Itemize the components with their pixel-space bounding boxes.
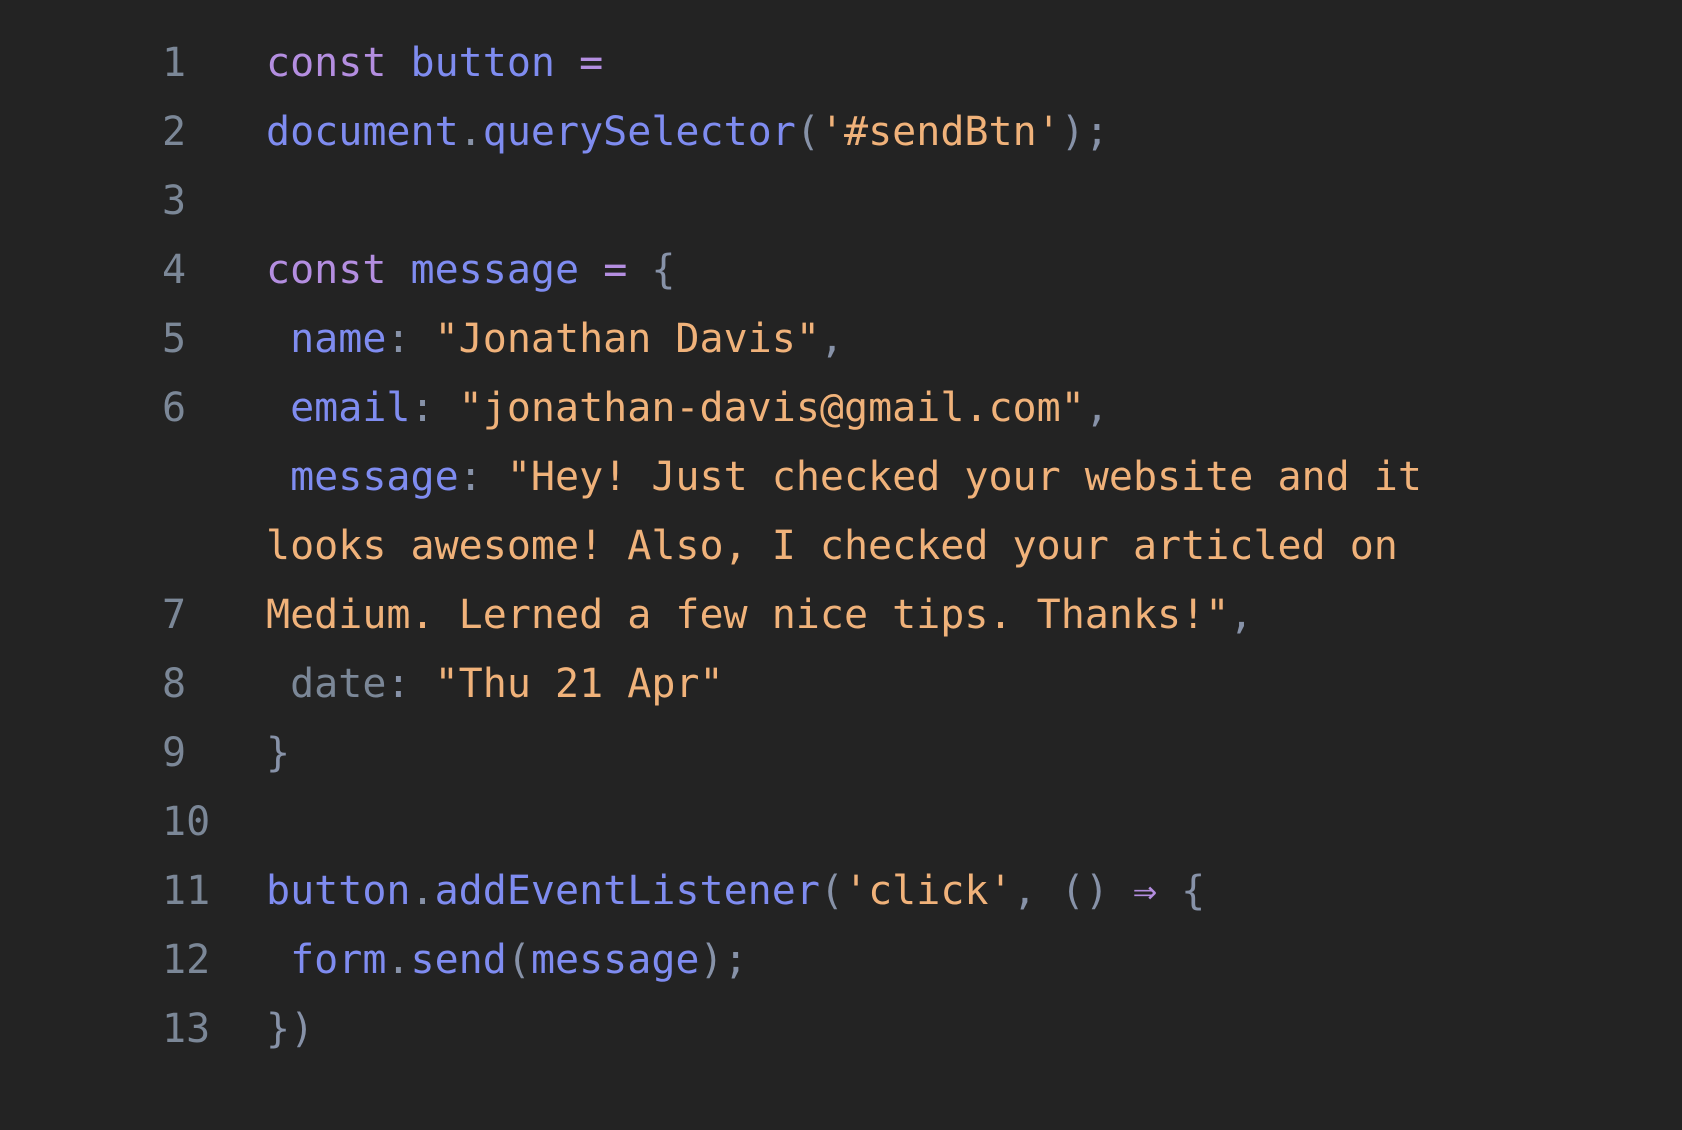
code-token: email	[266, 385, 411, 431]
code-token: (	[506, 937, 531, 983]
code-editor[interactable]: 1 const button = 2 document.querySelector('…	[0, 0, 1682, 1130]
line-number: 8	[162, 661, 187, 707]
code-token: message	[266, 454, 459, 500]
code-token: .	[458, 109, 483, 155]
code-text: name: "Jonathan Davis",	[266, 305, 844, 374]
line-number: 13	[162, 1006, 211, 1052]
line-number: 9	[162, 730, 187, 776]
code-token: const	[266, 247, 387, 293]
code-line[interactable]: 6 email: "jonathan-davis@gmail.com",	[0, 374, 1682, 443]
code-text: })	[266, 995, 314, 1064]
code-line[interactable]: message: "Hey! Just checked your website…	[0, 443, 1682, 512]
code-token: .	[410, 868, 435, 914]
code-token: (	[795, 109, 820, 155]
code-token: ,	[1229, 592, 1254, 638]
code-token: button	[266, 868, 411, 914]
line-number: 3	[162, 178, 187, 224]
code-token: document	[266, 109, 459, 155]
code-text: button.addEventListener('click', () ⇒ {	[266, 857, 1205, 926]
code-line[interactable]: 11 button.addEventListener('click', () ⇒ …	[0, 857, 1682, 926]
code-token: date	[266, 661, 387, 707]
code-token: "Hey! Just checked your website and it	[506, 454, 1422, 500]
code-text: form.send(message);	[266, 926, 748, 995]
code-text: document.querySelector('#sendBtn');	[266, 98, 1109, 167]
code-token: ,	[819, 316, 844, 362]
code-token: name	[266, 316, 387, 362]
code-token: message	[410, 247, 580, 293]
code-line[interactable]: 10	[0, 788, 1682, 857]
code-line[interactable]: 4 const message = {	[0, 236, 1682, 305]
code-text: }	[266, 719, 290, 788]
code-token: looks awesome! Also, I checked your arti…	[266, 523, 1398, 569]
line-number: 6	[162, 385, 187, 431]
code-text: message: "Hey! Just checked your website…	[266, 443, 1422, 512]
code-token: Medium. Lerned a few nice tips. Thanks!"	[266, 592, 1230, 638]
code-line[interactable]: 2 document.querySelector('#sendBtn');	[0, 98, 1682, 167]
code-token: :	[386, 661, 435, 707]
code-line[interactable]: 12 form.send(message);	[0, 926, 1682, 995]
code-token: message	[530, 937, 700, 983]
code-line[interactable]: 5 name: "Jonathan Davis",	[0, 305, 1682, 374]
code-token: "Thu 21 Apr"	[434, 661, 724, 707]
code-token: '#sendBtn'	[819, 109, 1061, 155]
line-number: 4	[162, 247, 187, 293]
code-token: ⇒	[1133, 868, 1158, 914]
code-token: const	[266, 40, 387, 86]
code-line[interactable]: looks awesome! Also, I checked your arti…	[0, 512, 1682, 581]
code-line[interactable]: 1 const button =	[0, 29, 1682, 98]
code-token: :	[410, 385, 459, 431]
code-text: Medium. Lerned a few nice tips. Thanks!"…	[266, 581, 1253, 650]
code-text: email: "jonathan-davis@gmail.com",	[266, 374, 1109, 443]
code-token: querySelector	[482, 109, 796, 155]
code-token: ,	[1084, 385, 1109, 431]
code-text: const button =	[266, 29, 603, 98]
code-token: :	[386, 316, 435, 362]
code-line[interactable]: 8 date: "Thu 21 Apr"	[0, 650, 1682, 719]
code-text: date: "Thu 21 Apr"	[266, 650, 724, 719]
code-token: );	[1060, 109, 1109, 155]
line-number: 11	[162, 868, 211, 914]
code-token: , ()	[1012, 868, 1133, 914]
code-line[interactable]: 7 Medium. Lerned a few nice tips. Thanks!…	[0, 581, 1682, 650]
code-token: button	[410, 40, 556, 86]
code-token: {	[627, 247, 676, 293]
code-token: }	[266, 730, 291, 776]
code-text: const message = {	[266, 236, 675, 305]
code-token: .	[386, 937, 411, 983]
code-line[interactable]: 3	[0, 167, 1682, 236]
line-number: 5	[162, 316, 187, 362]
code-token: form	[266, 937, 387, 983]
code-token: 'click'	[844, 868, 1013, 914]
code-token: addEventListener	[434, 868, 820, 914]
line-number: 7	[162, 592, 187, 638]
code-token: })	[266, 1006, 315, 1052]
code-token: :	[458, 454, 507, 500]
line-number: 12	[162, 937, 211, 983]
code-line[interactable]: 9}	[0, 719, 1682, 788]
code-token: );	[699, 937, 748, 983]
code-token: "jonathan-davis@gmail.com"	[458, 385, 1085, 431]
code-token: =	[603, 247, 628, 293]
code-token: =	[579, 40, 604, 86]
code-token: {	[1157, 868, 1206, 914]
code-token: send	[410, 937, 507, 983]
code-token: "Jonathan Davis"	[434, 316, 820, 362]
code-text: looks awesome! Also, I checked your arti…	[266, 512, 1398, 581]
line-number: 2	[162, 109, 187, 155]
code-line[interactable]: 13})	[0, 995, 1682, 1064]
line-number: 1	[162, 40, 187, 86]
line-number: 10	[162, 799, 211, 845]
code-token: (	[819, 868, 844, 914]
